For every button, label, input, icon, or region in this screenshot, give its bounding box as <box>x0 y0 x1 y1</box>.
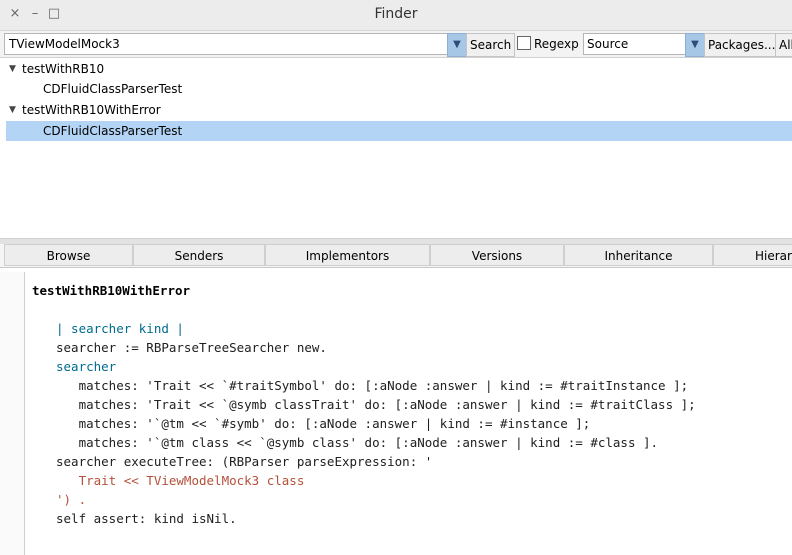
results-tree[interactable]: ▼ testWithRB10 CDFluidClassParserTest ▼ … <box>0 58 792 238</box>
code-line: matches: 'Trait << `@symb classTrait' do… <box>56 397 696 412</box>
search-mode-dropdown-button[interactable]: ▼ <box>685 33 705 57</box>
expanded-triangle-icon[interactable]: ▼ <box>9 100 16 120</box>
expanded-triangle-icon[interactable]: ▼ <box>9 59 16 79</box>
code-line: | searcher kind | <box>56 321 184 336</box>
code-line: self assert: kind isNil. <box>56 511 237 526</box>
search-button[interactable]: Search <box>466 33 516 57</box>
code-gutter <box>0 272 24 555</box>
regexp-checkbox[interactable] <box>517 36 531 50</box>
tree-row-label: testWithRB10 <box>22 62 105 76</box>
code-line: searcher executeTree: (RBParser parseExp… <box>56 454 433 469</box>
chevron-down-icon: ▼ <box>453 39 461 50</box>
tree-row[interactable]: ▼ testWithRB10 <box>0 59 792 79</box>
code-line: searcher <box>56 359 117 374</box>
tree-row-label: testWithRB10WithError <box>22 103 161 117</box>
window-title: Finder <box>374 6 418 22</box>
code-line: Trait << TViewModelMock3 class <box>56 473 305 488</box>
tree-row-selected[interactable]: CDFluidClassParserTest <box>6 121 792 141</box>
tab-implementors[interactable]: Implementors <box>265 244 430 266</box>
tab-inheritance[interactable]: Inheritance <box>564 244 713 266</box>
tab-versions[interactable]: Versions <box>430 244 564 266</box>
all-button[interactable]: All <box>775 33 792 57</box>
tree-row[interactable]: CDFluidClassParserTest <box>0 79 792 99</box>
search-input[interactable]: TViewModelMock3 <box>4 33 454 55</box>
tree-row[interactable]: ▼ testWithRB10WithError <box>0 100 792 120</box>
packages-button[interactable]: Packages... <box>704 33 780 57</box>
chevron-down-icon: ▼ <box>691 39 699 50</box>
tab-hierarchy[interactable]: Hierarc <box>713 244 792 266</box>
search-toolbar: TViewModelMock3 ▼ Search Regexp Source ▼… <box>0 31 792 58</box>
regexp-label: Regexp <box>534 37 579 51</box>
tab-browse[interactable]: Browse <box>4 244 133 266</box>
tree-row-label: CDFluidClassParserTest <box>43 82 183 96</box>
tab-senders[interactable]: Senders <box>133 244 265 266</box>
code-line: ') . <box>56 492 87 507</box>
code-line: matches: 'Trait << `#traitSymbol' do: [:… <box>56 378 689 393</box>
title-bar: × – □ Finder <box>0 0 792 31</box>
search-mode-select[interactable]: Source <box>583 33 688 55</box>
code-line: searcher := RBParseTreeSearcher new. <box>56 340 327 355</box>
tree-row-label: CDFluidClassParserTest <box>43 124 183 138</box>
search-history-dropdown-button[interactable]: ▼ <box>447 33 467 57</box>
method-name: testWithRB10WithError <box>32 283 191 298</box>
browser-tabs: Browse Senders Implementors Versions Inh… <box>0 244 792 268</box>
code-line: matches: '`@tm << `#symb' do: [:aNode :a… <box>56 416 591 431</box>
code-line: matches: '`@tm class << `@symb class' do… <box>56 435 659 450</box>
